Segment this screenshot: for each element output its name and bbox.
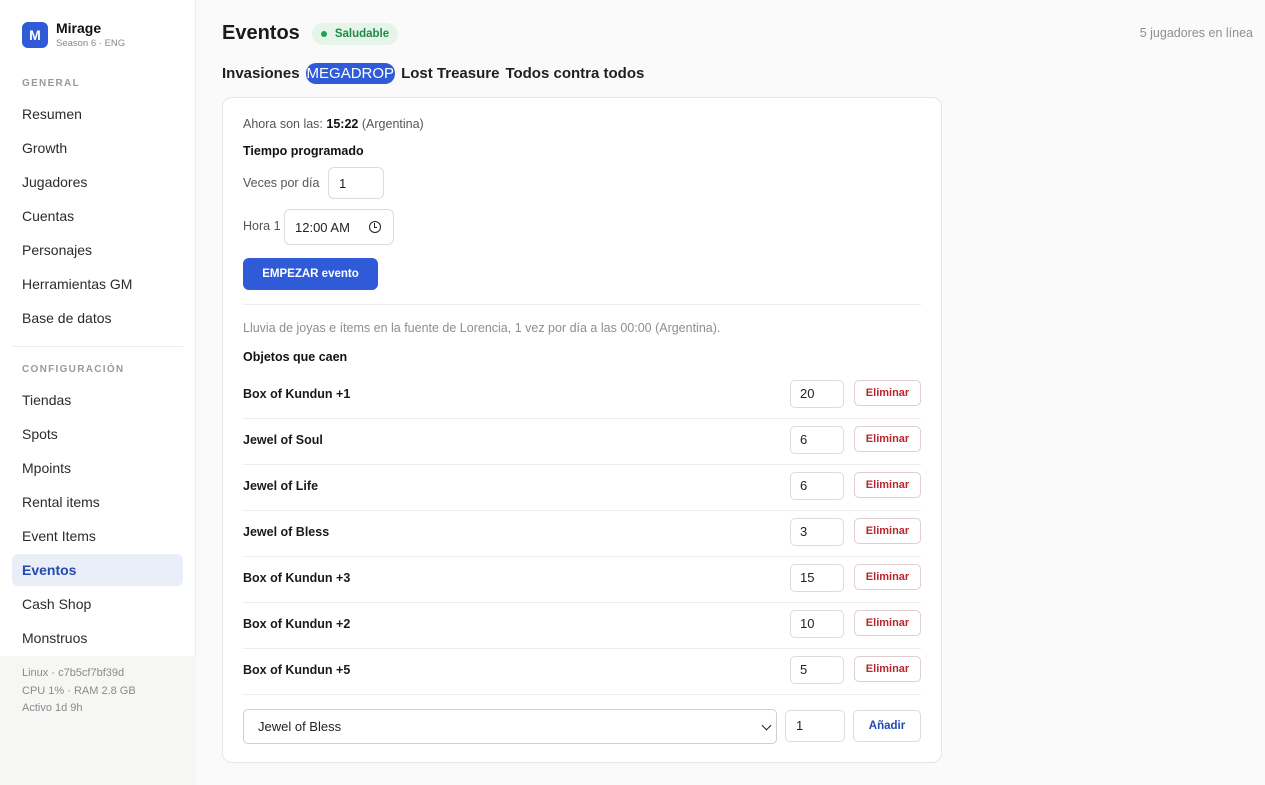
drop-item-qty-input[interactable]: 3 [790, 518, 844, 546]
system-info: Linux · c7b5cf7bf39d CPU 1% · RAM 2.8 GB… [0, 656, 196, 785]
sidebar-item-base-de-datos[interactable]: Base de datos [12, 302, 183, 334]
sidebar-item-personajes[interactable]: Personajes [12, 234, 183, 266]
drop-item-qty-input[interactable]: 6 [790, 472, 844, 500]
add-item-button[interactable]: Añadir [853, 710, 921, 742]
clock-icon[interactable] [369, 221, 381, 233]
drop-item-name: Box of Kundun +1 [243, 387, 351, 401]
event-tabs: Invasiones MEGADROP Lost Treasure Todos … [222, 63, 650, 84]
item-select[interactable]: Jewel of Bless [243, 709, 777, 744]
item-select-value: Jewel of Bless [258, 719, 342, 734]
drop-item-name: Jewel of Bless [243, 525, 330, 539]
delete-item-button[interactable]: Eliminar [854, 380, 921, 406]
sidebar-item-mpoints[interactable]: Mpoints [12, 452, 183, 484]
drop-item-row: Box of Kundun +1 20 Eliminar [243, 373, 921, 419]
drop-item-name: Box of Kundun +5 [243, 663, 351, 677]
sidebar-item-growth[interactable]: Growth [12, 132, 183, 164]
times-per-day-input[interactable]: 1 [328, 167, 384, 199]
drop-item-name: Jewel of Life [243, 479, 319, 493]
schedule-heading: Tiempo programado [243, 144, 364, 158]
page-title: Eventos [222, 22, 300, 44]
nav-general: Resumen Growth Jugadores Cuentas Persona… [12, 98, 183, 336]
drop-item-row: Jewel of Soul 6 Eliminar [243, 419, 921, 465]
hour-1-value: 12:00 AM [295, 219, 350, 235]
drop-item-qty-input[interactable]: 6 [790, 426, 844, 454]
start-event-button[interactable]: EMPEZAR evento [243, 258, 378, 290]
drop-item-row: Box of Kundun +5 5 Eliminar [243, 649, 921, 695]
drop-item-qty-input[interactable]: 20 [790, 380, 844, 408]
sidebar-item-spots[interactable]: Spots [12, 418, 183, 450]
tab-todos-contra-todos[interactable]: Todos contra todos [505, 63, 644, 84]
drop-item-row: Jewel of Bless 3 Eliminar [243, 511, 921, 557]
sidebar: M Mirage Season 6 · ENG GENERAL Resumen … [0, 0, 196, 656]
drops-heading: Objetos que caen [243, 350, 348, 364]
brand-name: Mirage [56, 20, 102, 36]
current-time-zone: (Argentina) [361, 117, 424, 131]
online-players: 5 jugadores en línea [1139, 26, 1253, 40]
delete-item-button[interactable]: Eliminar [854, 472, 921, 498]
delete-item-button[interactable]: Eliminar [854, 426, 921, 452]
delete-item-button[interactable]: Eliminar [854, 564, 921, 590]
brand-logo: M [22, 21, 48, 48]
drop-item-row: Jewel of Life 6 Eliminar [243, 465, 921, 511]
system-resources: CPU 1% · RAM 2.8 GB [22, 684, 136, 697]
drop-item-qty-input[interactable]: 10 [790, 610, 844, 638]
delete-item-button[interactable]: Eliminar [854, 656, 921, 682]
times-per-day-label: Veces por día [243, 176, 320, 190]
section-divider [243, 304, 921, 305]
drop-item-qty-input[interactable]: 5 [790, 656, 844, 684]
sidebar-item-monstruos[interactable]: Monstruos [12, 622, 183, 654]
megadrop-card: Ahora son las: 15:22 (Argentina) Tiempo … [222, 97, 942, 763]
sidebar-item-cash-shop[interactable]: Cash Shop [12, 588, 183, 620]
drop-item-name: Box of Kundun +3 [243, 571, 351, 585]
sidebar-item-event-items[interactable]: Event Items [12, 520, 183, 552]
status-dot-icon [320, 30, 327, 37]
sidebar-divider [12, 346, 183, 347]
status-badge-label: Saludable [334, 27, 390, 40]
brand-subtitle: Season 6 · ENG [56, 38, 126, 49]
hour-1-label: Hora 1 [243, 219, 281, 233]
page-header: Eventos Saludable [222, 22, 399, 45]
sidebar-item-rental-items[interactable]: Rental items [12, 486, 183, 518]
sidebar-item-resumen[interactable]: Resumen [12, 98, 183, 130]
event-description: Lluvia de joyas e ítems en la fuente de … [243, 321, 721, 335]
section-label-configuracion: CONFIGURACIÓN [22, 364, 125, 375]
nav-configuracion: Tiendas Spots Mpoints Rental items Event… [12, 384, 183, 656]
current-time-prefix: Ahora son las: [243, 117, 323, 131]
tab-lost-treasure[interactable]: Lost Treasure [401, 63, 499, 84]
sidebar-item-cuentas[interactable]: Cuentas [12, 200, 183, 232]
tab-invasiones[interactable]: Invasiones [222, 63, 300, 84]
tab-megadrop[interactable]: MEGADROP [305, 63, 396, 84]
drop-item-name: Box of Kundun +2 [243, 617, 351, 631]
sidebar-item-jugadores[interactable]: Jugadores [12, 166, 183, 198]
hour-1-input[interactable]: 12:00 AM [284, 209, 394, 245]
system-host: Linux · c7b5cf7bf39d [22, 667, 125, 679]
current-time-value: 15:22 [326, 117, 359, 131]
main-content: Eventos Saludable 5 jugadores en línea I… [196, 0, 1265, 785]
delete-item-button[interactable]: Eliminar [854, 610, 921, 636]
brand[interactable]: M Mirage Season 6 · ENG [22, 20, 125, 49]
drop-item-qty-input[interactable]: 15 [790, 564, 844, 592]
section-label-general: GENERAL [22, 78, 80, 89]
status-badge: Saludable [311, 22, 399, 45]
drop-item-row: Box of Kundun +2 10 Eliminar [243, 603, 921, 649]
system-uptime: Activo 1d 9h [22, 702, 83, 714]
chevron-down-icon [761, 720, 772, 731]
drop-item-row: Box of Kundun +3 15 Eliminar [243, 557, 921, 603]
drop-item-name: Jewel of Soul [243, 433, 323, 447]
sidebar-item-tiendas[interactable]: Tiendas [12, 384, 183, 416]
sidebar-item-eventos[interactable]: Eventos [12, 554, 183, 586]
current-time: Ahora son las: 15:22 (Argentina) [243, 117, 424, 131]
sidebar-item-herramientas-gm[interactable]: Herramientas GM [12, 268, 183, 300]
add-qty-input[interactable]: 1 [785, 710, 845, 742]
delete-item-button[interactable]: Eliminar [854, 518, 921, 544]
